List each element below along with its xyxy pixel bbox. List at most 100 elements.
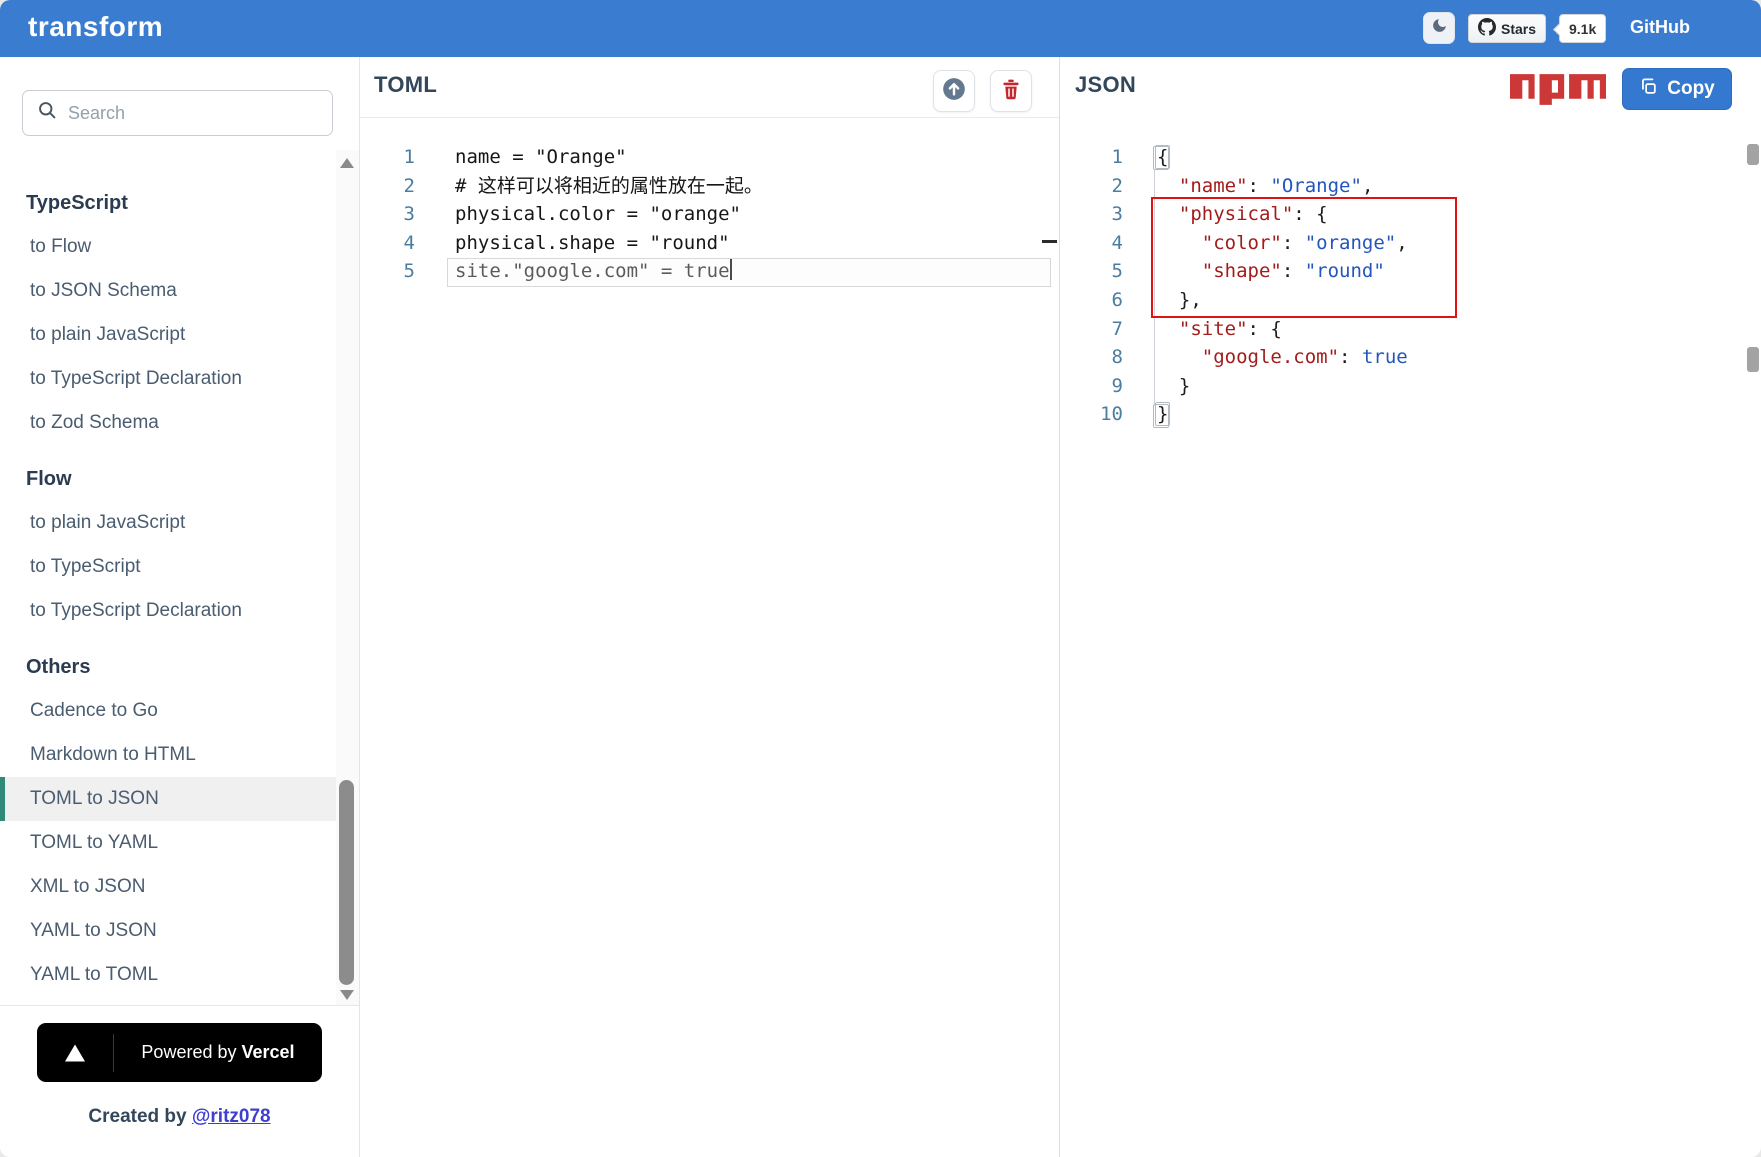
stars-count-badge[interactable]: 9.1k <box>1559 14 1606 43</box>
app-window: transform Stars 9.1k GitHub TypeScriptto… <box>0 0 1761 1157</box>
panel-splitter-handle[interactable] <box>1042 240 1057 243</box>
sidebar-item-yaml-to-json[interactable]: YAML to JSON <box>0 909 336 953</box>
stars-count: 9.1k <box>1569 21 1596 37</box>
copy-button[interactable]: Copy <box>1622 68 1732 110</box>
sidebar-item-toml-to-json[interactable]: TOML to JSON <box>0 777 336 821</box>
sidebar-item-toml-to-yaml[interactable]: TOML to YAML <box>0 821 336 865</box>
sidebar-divider <box>359 57 360 1157</box>
toml-active-line-box <box>447 258 1051 287</box>
toml-code-line[interactable]: name = "Orange" <box>455 143 763 172</box>
sidebar-item-yaml-to-toml[interactable]: YAML to TOML <box>0 953 336 997</box>
sidebar-item-to-typescript[interactable]: to TypeScript <box>0 545 336 589</box>
nav-section: Flowto plain JavaScriptto TypeScriptto T… <box>0 457 336 633</box>
line-number: 4 <box>370 229 415 258</box>
line-number: 8 <box>1085 343 1123 372</box>
json-token: } <box>1155 402 1170 426</box>
search-icon <box>37 100 58 126</box>
nav-section: OthersCadence to GoMarkdown to HTMLTOML … <box>0 645 336 997</box>
copy-label: Copy <box>1667 78 1715 100</box>
json-code-line[interactable]: } <box>1156 372 1408 401</box>
created-by-line: Created by @ritz078 <box>0 1106 359 1128</box>
json-code-line[interactable]: "name": "Orange", <box>1156 172 1408 201</box>
sidebar-item-to-typescript-declaration[interactable]: to TypeScript Declaration <box>0 357 336 401</box>
sidebar-item-to-plain-javascript[interactable]: to plain JavaScript <box>0 313 336 357</box>
nav-section-title: TypeScript <box>0 181 336 225</box>
clear-input-button[interactable] <box>990 70 1032 112</box>
vercel-triangle-icon <box>37 1041 113 1065</box>
created-by-label: Created by <box>88 1106 186 1127</box>
json-token: "name" <box>1179 175 1248 197</box>
scroll-up-arrow-icon[interactable] <box>340 158 354 168</box>
sidebar-item-to-plain-javascript[interactable]: to plain JavaScript <box>0 501 336 545</box>
json-code-line[interactable]: "google.com": true <box>1156 343 1408 372</box>
powered-by-vercel-button[interactable]: Powered by Vercel <box>37 1023 322 1082</box>
sidebar-item-cadence-to-go[interactable]: Cadence to Go <box>0 689 336 733</box>
json-panel-title: JSON <box>1075 72 1136 98</box>
json-token: "google.com" <box>1202 346 1339 368</box>
search-input[interactable] <box>68 103 298 124</box>
powered-by-label: Powered by Vercel <box>114 1042 322 1063</box>
json-code-line[interactable]: { <box>1156 143 1408 172</box>
copy-icon <box>1639 77 1658 102</box>
sidebar-item-markdown-to-html[interactable]: Markdown to HTML <box>0 733 336 777</box>
toml-code-line[interactable]: physical.color = "orange" <box>455 200 763 229</box>
npm-logo[interactable] <box>1510 74 1606 104</box>
sidebar-scrollbar-thumb[interactable] <box>339 780 354 985</box>
line-number: 9 <box>1085 372 1123 401</box>
sidebar-item-xml-to-json[interactable]: XML to JSON <box>0 865 336 909</box>
scroll-down-arrow-icon[interactable] <box>340 990 354 1000</box>
json-scrollbar-mark[interactable] <box>1747 144 1759 165</box>
json-token: } <box>1179 375 1190 397</box>
toml-header-divider <box>360 117 1059 118</box>
nav-section-title: Others <box>0 645 336 689</box>
json-token: : <box>1339 346 1362 368</box>
json-token: { <box>1155 145 1170 169</box>
nav-section-title: Flow <box>0 457 336 501</box>
sidebar-item-to-flow[interactable]: to Flow <box>0 225 336 269</box>
dark-mode-toggle[interactable] <box>1423 12 1455 44</box>
sidebar-item-to-typescript-declaration[interactable]: to TypeScript Declaration <box>0 589 336 633</box>
author-link[interactable]: @ritz078 <box>192 1106 271 1127</box>
line-number: 4 <box>1085 229 1123 258</box>
json-line-numbers: 12345678910 <box>1085 143 1123 429</box>
app-logo[interactable]: transform <box>28 11 163 43</box>
moon-icon <box>1431 17 1448 39</box>
trash-icon <box>999 77 1023 106</box>
toml-line-numbers: 12345 <box>370 143 415 286</box>
json-code-line[interactable]: } <box>1156 400 1408 429</box>
github-link[interactable]: GitHub <box>1630 17 1690 38</box>
json-token: : <box>1248 318 1271 340</box>
top-bar: transform Stars 9.1k GitHub <box>0 0 1761 57</box>
line-number: 2 <box>1085 172 1123 201</box>
line-number: 3 <box>1085 200 1123 229</box>
toml-code-line[interactable]: # 这样可以将相近的属性放在一起。 <box>455 172 763 201</box>
json-scrollbar-mark[interactable] <box>1747 347 1759 372</box>
json-token: : <box>1248 175 1271 197</box>
line-number: 5 <box>370 257 415 286</box>
line-number: 1 <box>1085 143 1123 172</box>
stars-label: Stars <box>1501 21 1536 37</box>
line-number: 3 <box>370 200 415 229</box>
sidebar-footer: Powered by Vercel Created by @ritz078 <box>0 1005 359 1157</box>
line-number: 1 <box>370 143 415 172</box>
upload-file-button[interactable] <box>933 70 975 112</box>
upload-icon <box>941 76 967 107</box>
panel-divider <box>1059 57 1060 1157</box>
toml-code-line[interactable]: physical.shape = "round" <box>455 229 763 258</box>
sidebar-scrollbar <box>336 150 359 1006</box>
sidebar-item-to-zod-schema[interactable]: to Zod Schema <box>0 401 336 445</box>
line-number: 7 <box>1085 315 1123 344</box>
line-number: 6 <box>1085 286 1123 315</box>
annotation-highlight-box <box>1151 197 1457 318</box>
line-number: 2 <box>370 172 415 201</box>
github-stars-button[interactable]: Stars <box>1468 14 1546 43</box>
sidebar-item-to-json-schema[interactable]: to JSON Schema <box>0 269 336 313</box>
line-number: 5 <box>1085 257 1123 286</box>
json-token: "Orange" <box>1270 175 1362 197</box>
json-token: "site" <box>1179 318 1248 340</box>
json-code-line[interactable]: "site": { <box>1156 315 1408 344</box>
json-token: true <box>1362 346 1408 368</box>
github-octocat-icon <box>1478 18 1496 39</box>
json-token: , <box>1362 175 1373 197</box>
sidebar-nav: TypeScriptto Flowto JSON Schemato plain … <box>0 181 336 1009</box>
